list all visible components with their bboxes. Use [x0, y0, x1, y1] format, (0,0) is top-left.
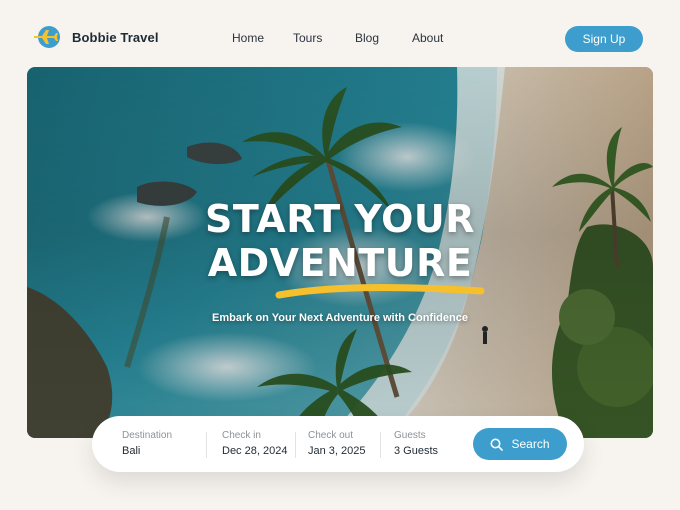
check-in-label: Check in: [222, 430, 261, 441]
sign-up-button[interactable]: Sign Up: [565, 26, 643, 52]
check-out-value: Jan 3, 2025: [308, 445, 366, 457]
hero-title-line-1: START YOUR: [204, 197, 476, 241]
hero-subtitle: Embark on Your Next Adventure with Confi…: [212, 312, 468, 324]
hero-banner: START YOUR ADVENTURE Embark on Your Next…: [27, 67, 653, 438]
destination-value: Bali: [122, 445, 141, 457]
hero-title: START YOUR ADVENTURE: [27, 197, 653, 285]
guests-value: 3 Guests: [394, 445, 439, 457]
field-divider: [380, 432, 381, 458]
search-button[interactable]: Search: [473, 428, 567, 460]
brand[interactable]: Bobbie Travel: [32, 24, 159, 50]
search-icon: [490, 438, 504, 451]
main-nav: Home Tours Blog About: [232, 31, 452, 45]
airplane-icon: [34, 26, 60, 48]
destination-field[interactable]: Destination Bali: [122, 430, 206, 460]
nav-link-blog[interactable]: Blog: [355, 31, 412, 45]
guests-label: Guests: [394, 430, 426, 441]
check-out-field[interactable]: Check out Jan 3, 2025: [308, 430, 386, 460]
nav-link-tours[interactable]: Tours: [293, 31, 355, 45]
field-divider: [206, 432, 207, 458]
nav-link-home[interactable]: Home: [232, 31, 293, 45]
nav-link-about[interactable]: About: [412, 31, 452, 45]
search-button-label: Search: [511, 437, 550, 451]
booking-search-bar: Destination Bali Check in Dec 28, 2024 C…: [92, 416, 584, 472]
check-out-label: Check out: [308, 430, 354, 441]
destination-label: Destination: [122, 430, 173, 441]
field-divider: [295, 432, 296, 458]
top-navbar: Bobbie Travel Home Tours Blog About Sign…: [0, 0, 680, 68]
title-underline: [275, 284, 485, 299]
check-in-value: Dec 28, 2024: [222, 445, 288, 457]
guests-field[interactable]: Guests 3 Guests: [394, 430, 466, 460]
brand-name: Bobbie Travel: [72, 29, 159, 45]
check-in-field[interactable]: Check in Dec 28, 2024: [222, 430, 302, 460]
